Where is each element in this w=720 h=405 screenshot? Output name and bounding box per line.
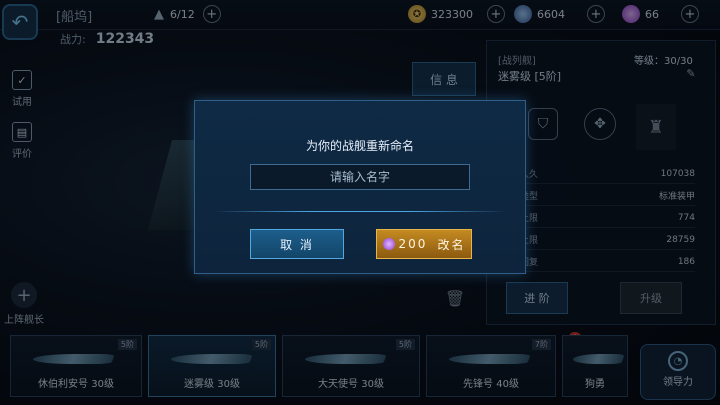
gem-icon <box>382 238 395 250</box>
divider <box>212 211 508 212</box>
ship-name-input[interactable] <box>250 164 470 190</box>
rename-button[interactable]: 200 改名 <box>376 229 472 259</box>
dialog-title: 为你的战舰重新命名 <box>305 139 414 153</box>
rename-cost: 200 <box>398 237 428 251</box>
rename-label: 改名 <box>437 237 466 252</box>
cancel-button[interactable]: 取 消 <box>250 229 344 259</box>
